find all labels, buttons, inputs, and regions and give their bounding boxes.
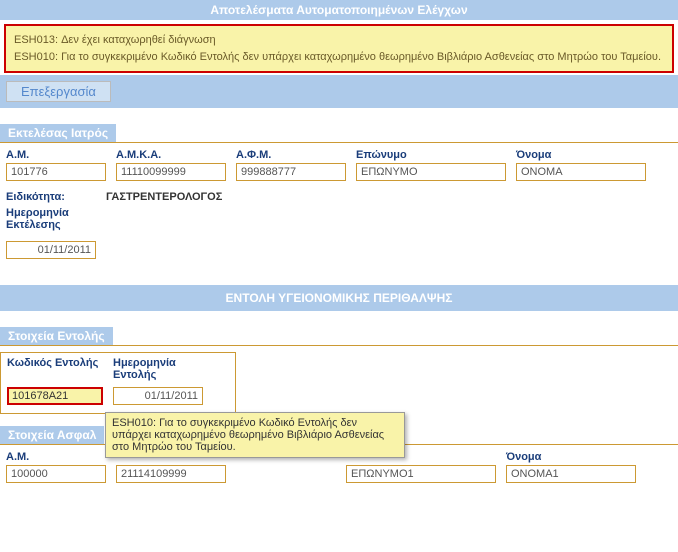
amka-label: Α.Μ.Κ.Α.: [116, 149, 226, 161]
amka-input[interactable]: [116, 163, 226, 181]
order-date-label: Ημερομηνία Εντολής: [113, 357, 193, 385]
warning-line-1: ESH013: Δεν έχει καταχωρηθεί διάγνωση: [14, 32, 664, 49]
ins-surname-input[interactable]: [346, 465, 496, 483]
afm-input[interactable]: [236, 163, 346, 181]
warning-line-2: ESH010: Για το συγκεκριμένο Κωδικό Εντολ…: [14, 49, 664, 66]
ins-am-label: A.M.: [6, 451, 106, 463]
specialty-label: Ειδικότητα:: [6, 191, 106, 203]
order-section-header: Στοιχεία Εντολής: [0, 327, 113, 345]
edit-button[interactable]: Επεξεργασία: [6, 81, 111, 102]
surname-input[interactable]: [356, 163, 506, 181]
insurance-section-header: Στοιχεία Ασφαλ: [0, 426, 104, 444]
exec-date-label: Ημερομηνία Εκτέλεσης: [6, 207, 86, 231]
order-code-input[interactable]: [7, 387, 103, 405]
ins-name-input[interactable]: [506, 465, 636, 483]
order-date-input[interactable]: [113, 387, 203, 405]
surname-label: Επώνυμο: [356, 149, 506, 161]
doctor-section-header: Εκτελέσας Ιατρός: [0, 124, 116, 142]
name-input[interactable]: [516, 163, 646, 181]
error-tooltip: ESH010: Για το συγκεκριμένο Κωδικό Εντολ…: [105, 412, 405, 458]
ins-name-label: Όνομα: [506, 451, 636, 463]
ins-amka-input[interactable]: [116, 465, 226, 483]
ins-am-input[interactable]: [6, 465, 106, 483]
order-code-label: Κωδικός Εντολής: [7, 357, 103, 385]
warnings-box: ESH013: Δεν έχει καταχωρηθεί διάγνωση ES…: [4, 24, 674, 73]
order-header-bar: ΕΝΤΟΛΗ ΥΓΕΙΟΝΟΜΙΚΗΣ ΠΕΡΙΘΑΛΨΗΣ: [0, 285, 678, 311]
exec-date-input[interactable]: [6, 241, 96, 259]
name-label: Όνομα: [516, 149, 646, 161]
results-header: Αποτελέσματα Αυτοματοποιημένων Ελέγχων: [0, 0, 678, 20]
afm-label: Α.Φ.Μ.: [236, 149, 346, 161]
specialty-value: ΓΑΣΤΡΕΝΤΕΡΟΛΟΓΟΣ: [106, 191, 222, 203]
am-input[interactable]: [6, 163, 106, 181]
action-bar: Επεξεργασία: [0, 75, 678, 108]
am-label: A.M.: [6, 149, 106, 161]
order-box: Κωδικός Εντολής Ημερομηνία Εντολής: [0, 352, 236, 414]
